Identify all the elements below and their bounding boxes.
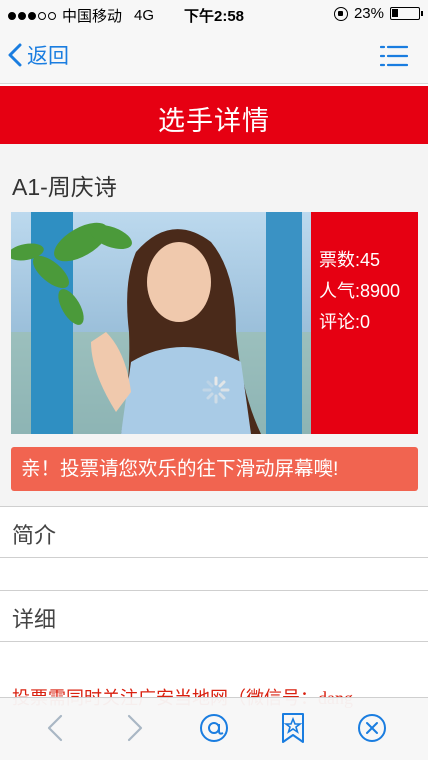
divider <box>0 557 428 558</box>
divider <box>0 641 428 642</box>
rotation-lock-icon <box>333 6 348 21</box>
nav-bar: 返回 <box>0 28 428 84</box>
page-title: 选手详情 <box>158 106 270 136</box>
back-label: 返回 <box>27 45 69 68</box>
player-photo-image <box>11 212 311 434</box>
intro-heading: 简介 <box>12 523 57 548</box>
page-header: 选手详情 <box>0 86 428 144</box>
back-button[interactable]: 返回 <box>8 40 69 70</box>
comments-count: 评论:0 <box>319 312 371 332</box>
vote-hint-banner[interactable]: 亲！投票请您欢乐的往下滑动屏幕噢! <box>11 447 418 491</box>
status-right: 23% <box>333 5 423 22</box>
votes-count: 票数:45 <box>319 250 381 270</box>
list-menu-icon[interactable] <box>380 44 408 68</box>
player-title: A1-周庆诗 <box>12 174 117 200</box>
back-arrow-icon[interactable] <box>40 712 72 744</box>
intro-section <box>0 507 428 557</box>
bookmark-star-icon[interactable] <box>277 712 309 744</box>
popularity-count: 人气:8900 <box>319 281 401 301</box>
player-stats: 票数:45 人气:8900 评论:0 <box>311 212 418 434</box>
at-icon[interactable] <box>198 712 230 744</box>
chevron-left-icon <box>8 43 22 67</box>
battery-label: 23% <box>353 5 384 22</box>
forward-arrow-icon[interactable] <box>118 712 150 744</box>
close-circle-icon[interactable] <box>356 712 388 744</box>
detail-heading: 详细 <box>12 607 57 632</box>
divider <box>0 590 428 591</box>
battery-icon <box>390 7 423 20</box>
browser-toolbar <box>0 697 428 760</box>
player-photo[interactable] <box>11 212 311 434</box>
status-bar: 中国移动 4G 下午2:58 23% <box>0 0 428 28</box>
player-card: 票数:45 人气:8900 评论:0 <box>11 212 418 434</box>
